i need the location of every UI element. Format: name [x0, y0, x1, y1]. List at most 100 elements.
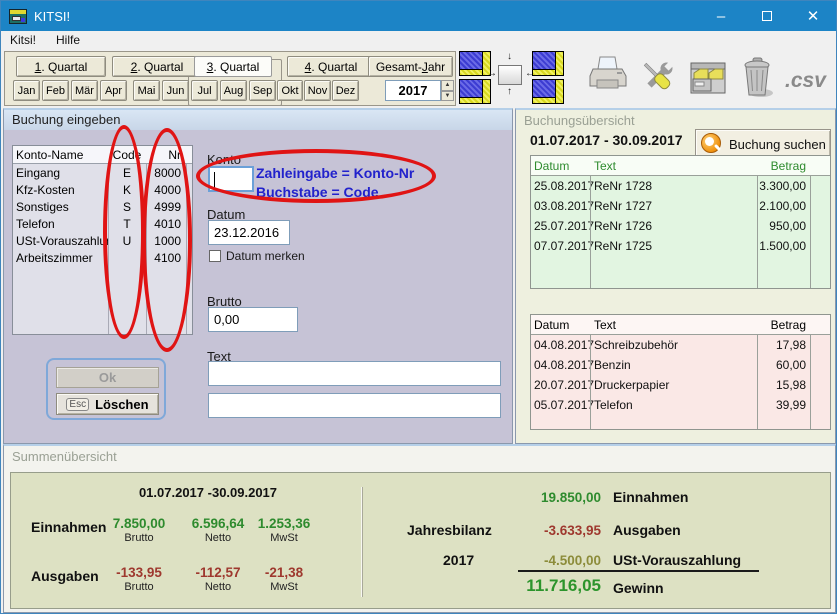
quarter-2-button[interactable]: 2. Quartal: [112, 56, 202, 77]
title-bar: KITSI! – ✕: [1, 1, 836, 31]
datum-input[interactable]: 23.12.2016: [208, 220, 290, 245]
table-row[interactable]: 25.08.2017ReNr 17283.300,00: [531, 176, 830, 196]
month-dez-button[interactable]: Dez: [332, 80, 359, 101]
table-row[interactable]: EingangE8000: [13, 164, 192, 181]
income-table-header: Datum Text Betrag: [531, 156, 830, 176]
summary-divider: [361, 487, 363, 597]
menu-kitsi[interactable]: Kitsi!: [10, 33, 36, 47]
konto-hint-line2: Buchstabe = Code: [256, 184, 379, 200]
delete-button[interactable]: [741, 57, 777, 104]
month-aug-button[interactable]: Aug: [220, 80, 247, 101]
table-row[interactable]: SonstigesS4999: [13, 198, 192, 215]
income-table[interactable]: Datum Text Betrag 25.08.2017ReNr 17283.3…: [530, 155, 831, 289]
brutto-sublabel: Brutto: [99, 581, 179, 593]
table-row[interactable]: Kfz-KostenK4000: [13, 181, 192, 198]
ausgaben-row-label: Ausgaben: [31, 568, 99, 584]
einnahmen-row-label: Einnahmen: [31, 519, 106, 535]
table-row[interactable]: TelefonT4010: [13, 215, 192, 232]
text-input-2[interactable]: [208, 393, 501, 418]
einnahmen-mwst-value: 1.253,36: [244, 516, 324, 531]
loeschen-button[interactable]: Esc Löschen: [56, 393, 159, 415]
close-button[interactable]: ✕: [790, 1, 836, 31]
month-apr-button[interactable]: Apr: [100, 80, 127, 101]
month-jul-button[interactable]: Jul: [191, 80, 218, 101]
summary-panel-caption: Summenübersicht: [12, 449, 117, 464]
brutto-sublabel: Brutto: [99, 532, 179, 544]
year-input[interactable]: 2017: [385, 80, 441, 101]
layout-bottom-right-button[interactable]: [532, 79, 564, 104]
confirm-group: Ok Esc Löschen: [46, 358, 166, 420]
layout-icon: [555, 52, 563, 75]
jahr-einnahmen-label: Einnahmen: [613, 489, 688, 505]
sum-underline: [518, 570, 759, 572]
table-row[interactable]: USt-VorauszahlungU1000: [13, 232, 192, 249]
arrow-down-icon: ↓: [507, 52, 512, 62]
layout-icon: [555, 80, 563, 103]
mwst-sublabel: MwSt: [244, 532, 324, 544]
esc-key-badge: Esc: [66, 398, 89, 411]
layout-icon: [482, 80, 490, 103]
table-row[interactable]: Arbeitszimmer4100: [13, 249, 192, 266]
table-row[interactable]: 25.07.2017ReNr 1726950,00: [531, 216, 830, 236]
maximize-icon: [762, 11, 772, 21]
ausgaben-mwst-value: -21,38: [244, 565, 324, 580]
gewinn-label: Gewinn: [613, 580, 664, 596]
app-window: KITSI! – ✕ Kitsi! Hilfe 1. Quartal 2. Qu…: [0, 0, 837, 614]
maximize-button[interactable]: [744, 1, 790, 31]
table-row[interactable]: 03.08.2017ReNr 17272.100,00: [531, 196, 830, 216]
month-okt-button[interactable]: Okt: [277, 80, 303, 101]
settings-button[interactable]: [638, 57, 678, 104]
table-row[interactable]: 04.08.2017Schreibzubehör17,98: [531, 335, 830, 355]
minimize-button[interactable]: –: [698, 1, 744, 31]
brutto-input[interactable]: 0,00: [208, 307, 298, 332]
konto-table[interactable]: Konto-Name Code Nr EingangE8000 Kfz-Kost…: [12, 145, 193, 335]
entry-panel: Buchung eingeben Konto-Name Code Nr Eing…: [3, 108, 513, 444]
text-input-1[interactable]: [208, 361, 501, 386]
tools-icon: [638, 57, 678, 99]
entry-panel-caption: Buchung eingeben: [4, 110, 512, 130]
quarter-4-button[interactable]: 4. Quartal: [287, 56, 375, 77]
month-nov-button[interactable]: Nov: [304, 80, 331, 101]
year-spin-down-button[interactable]: ▼: [441, 91, 454, 102]
trash-icon: [741, 57, 777, 99]
year-spin-up-button[interactable]: ▲: [441, 80, 454, 91]
table-row[interactable]: 04.08.2017Benzin60,00: [531, 355, 830, 375]
search-icon: [701, 133, 723, 155]
overview-panel: Buchungsübersicht 01.07.2017 - 30.09.201…: [515, 108, 836, 444]
layout-bottom-left-button[interactable]: [459, 79, 491, 104]
period-selector: 1. Quartal 2. Quartal 3. Quartal 4. Quar…: [4, 51, 456, 106]
folder-icon: [689, 59, 729, 97]
window-controls: – ✕: [698, 1, 836, 31]
quarter-1-button[interactable]: 1. Quartal: [16, 56, 106, 77]
jahr-ausgaben-label: Ausgaben: [613, 522, 681, 538]
datum-merken-checkbox[interactable]: [209, 250, 221, 262]
layout-top-right-button[interactable]: [532, 51, 564, 76]
expense-table[interactable]: Datum Text Betrag 04.08.2017Schreibzubeh…: [530, 314, 831, 430]
month-jan-button[interactable]: Jan: [13, 80, 40, 101]
archive-button[interactable]: [689, 59, 729, 102]
month-jun-button[interactable]: Jun: [162, 80, 189, 101]
summary-panel: Summenübersicht 01.07.2017 -30.09.2017 E…: [3, 444, 836, 613]
print-button[interactable]: [587, 55, 629, 106]
ok-button[interactable]: Ok: [56, 367, 159, 388]
gewinn-value: 11.716,05: [466, 576, 601, 596]
jahr-einnahmen-value: 19.850,00: [466, 490, 601, 505]
konto-input[interactable]: [208, 166, 254, 192]
month-feb-button[interactable]: Feb: [42, 80, 69, 101]
fit-window-icon[interactable]: [498, 65, 522, 85]
quarter-3-button[interactable]: 3. Quartal: [194, 56, 272, 77]
year-spinner: ▲ ▼: [441, 80, 454, 101]
arrow-right-icon: →: [487, 69, 497, 79]
month-sep-button[interactable]: Sep: [249, 80, 276, 101]
table-row[interactable]: 20.07.2017Druckerpapier15,98: [531, 375, 830, 395]
month-mai-button[interactable]: Mai: [133, 80, 160, 101]
table-row[interactable]: 07.07.2017ReNr 17251.500,00: [531, 236, 830, 256]
csv-export-button[interactable]: .csv: [785, 69, 826, 93]
table-row[interactable]: 05.07.2017Telefon39,99: [531, 395, 830, 415]
summary-box: 01.07.2017 -30.09.2017 Einnahmen 7.850,0…: [10, 472, 831, 609]
month-mar-button[interactable]: Mär: [71, 80, 98, 101]
expense-table-header: Datum Text Betrag: [531, 315, 830, 335]
menu-bar: Kitsi! Hilfe: [1, 31, 836, 49]
menu-hilfe[interactable]: Hilfe: [56, 33, 80, 47]
gesamt-jahr-button[interactable]: Gesamt-Jahr: [368, 56, 453, 77]
